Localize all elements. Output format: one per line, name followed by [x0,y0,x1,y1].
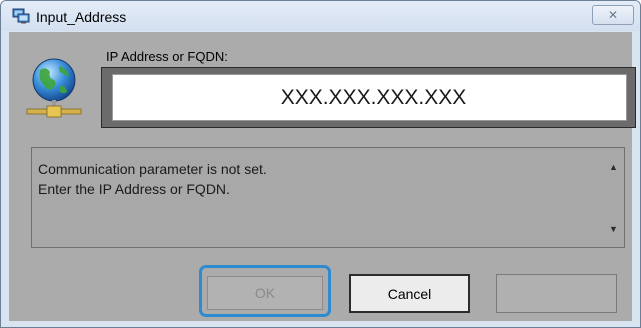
title-bar[interactable]: Input_Address ✕ [1,1,640,31]
network-computer-icon [12,8,30,24]
ok-button[interactable]: OK [207,276,323,310]
cancel-button[interactable]: Cancel [349,274,470,313]
message-line: Communication parameter is not set. [38,161,267,177]
window-title: Input_Address [36,9,127,25]
scroll-up-icon[interactable]: ▲ [609,162,618,172]
blank-button[interactable] [496,274,617,313]
message-line: Enter the IP Address or FQDN. [38,181,230,197]
address-label: IP Address or FQDN: [106,49,228,64]
close-button[interactable]: ✕ [592,5,634,25]
close-icon: ✕ [607,8,619,22]
scroll-down-icon[interactable]: ▼ [609,224,618,234]
address-input[interactable] [112,74,627,121]
message-text: Communication parameter is not set. Ente… [38,159,598,199]
globe-network-icon [23,56,85,122]
